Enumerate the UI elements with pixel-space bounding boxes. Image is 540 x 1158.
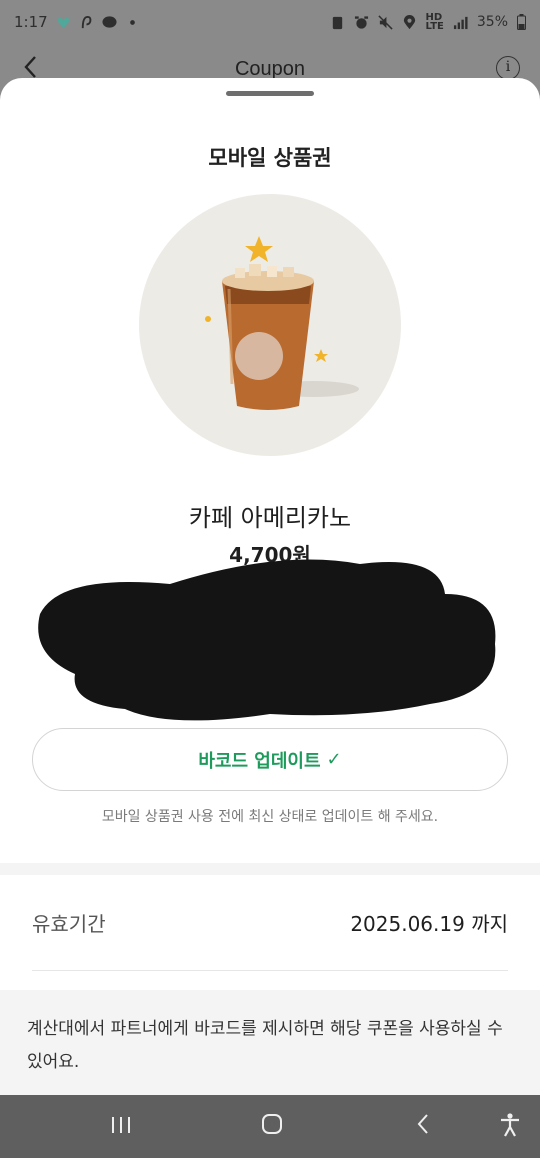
sheet-title: 모바일 상품권: [208, 146, 332, 170]
accessibility-button[interactable]: [499, 1113, 521, 1143]
home-button[interactable]: [261, 1113, 283, 1141]
usage-notice: 계산대에서 파트너에게 바코드를 제시하면 해당 쿠폰을 사용하실 수 있어요.: [0, 990, 540, 1095]
validity-label: 유효기간: [32, 912, 106, 936]
alarm-icon: [354, 15, 368, 29]
heart-app-icon: [57, 17, 70, 28]
info-icon[interactable]: i: [496, 56, 520, 80]
status-time: 1:17: [14, 13, 48, 31]
location-icon: [403, 14, 415, 29]
battery-icon: [517, 14, 526, 30]
iced-americano-cup-icon: [205, 236, 359, 410]
product-image: [139, 194, 401, 456]
sheet-grab-handle[interactable]: [226, 91, 314, 96]
battery-percent: 35%: [476, 14, 508, 30]
redacted-barcode-area: [38, 559, 496, 721]
validity-row: 유효기간 2025.06.19 까지: [32, 875, 508, 971]
mute-icon: [377, 14, 393, 30]
check-icon: ✓: [326, 749, 342, 770]
accessibility-icon: [501, 1113, 519, 1137]
barcode-hint: 모바일 상품권 사용 전에 최신 상태로 업데이트 해 주세요.: [101, 809, 439, 825]
signal-icon: [453, 16, 468, 29]
recent-apps-icon: [112, 1117, 130, 1133]
back-icon: [417, 1114, 428, 1134]
system-nav-bar: [0, 1095, 540, 1158]
status-bar: 1:17 HD LTE 35%: [0, 0, 540, 44]
validity-value: 2025.06.19 까지: [350, 912, 508, 936]
home-icon: [262, 1114, 282, 1134]
talk-app-icon: [102, 15, 117, 28]
product-name: 카페 아메리카노: [188, 504, 352, 532]
barcode-update-button[interactable]: 바코드 업데이트 ✓: [32, 728, 508, 791]
network-type: HD LTE: [425, 12, 444, 32]
nav-back-button[interactable]: [416, 1113, 430, 1141]
battery-saver-icon: [332, 16, 342, 29]
barcode-update-label: 바코드 업데이트: [198, 750, 321, 772]
notification-dot-icon: [129, 19, 135, 25]
section-divider: [0, 863, 540, 875]
recent-apps-button[interactable]: [110, 1113, 132, 1141]
hearing-app-icon: [81, 15, 92, 28]
coupon-sheet: 모바일 상품권 카페 아메리카노 4,700원 바코드 업데이트 ✓ 모바일 상…: [0, 78, 540, 1095]
